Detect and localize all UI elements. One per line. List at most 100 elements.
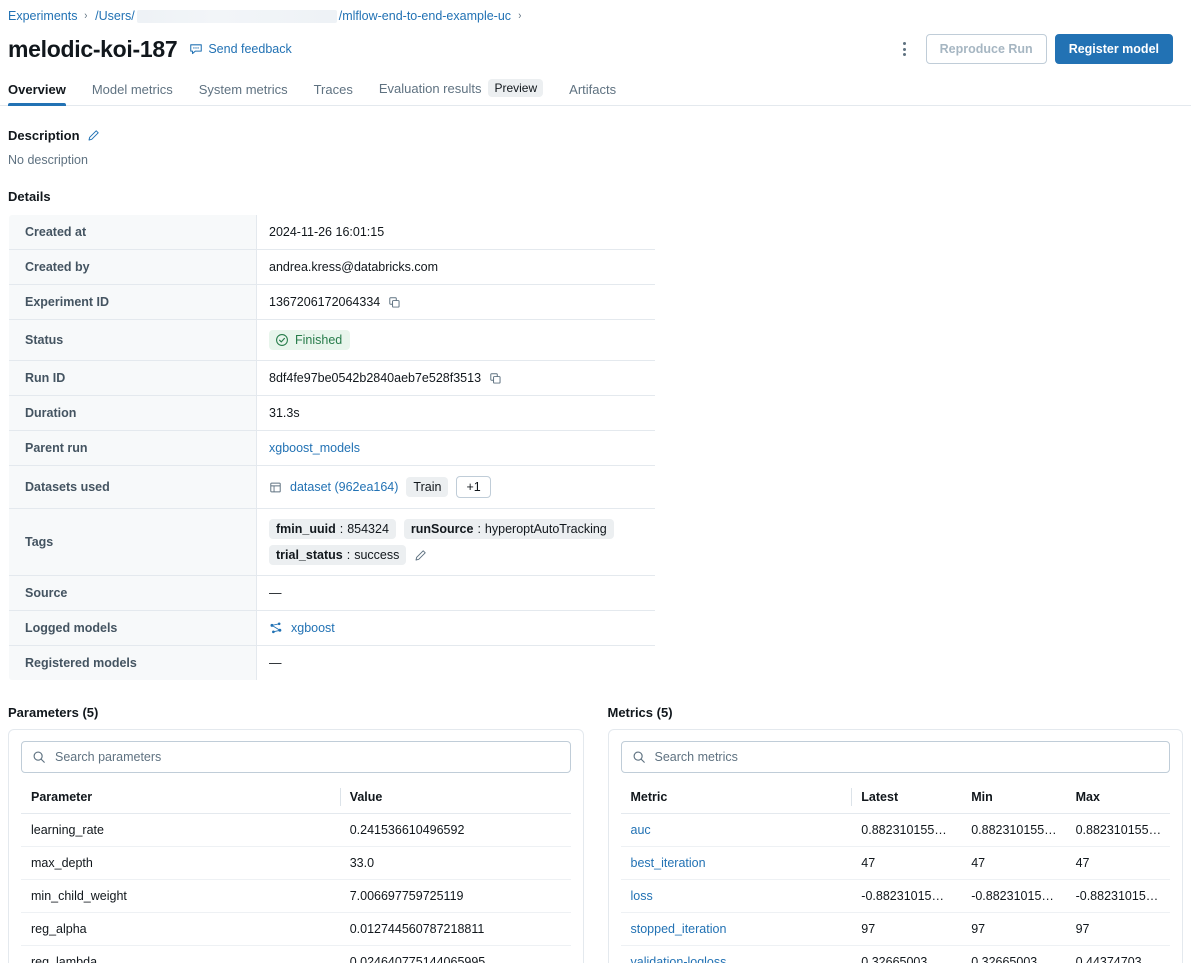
table-row: learning_rate 0.241536610496592 <box>21 814 571 847</box>
kebab-menu-icon[interactable] <box>892 36 918 62</box>
table-row: Datasets used dataset (962ea164) Train +… <box>9 466 656 509</box>
detail-value-registered-models: — <box>257 646 656 681</box>
logged-model-link[interactable]: xgboost <box>291 621 335 635</box>
parameter-name: max_depth <box>21 847 340 880</box>
metric-name-link[interactable]: loss <box>621 880 852 913</box>
parameters-title: Parameters (5) <box>8 705 584 720</box>
tag-badge: fmin_uuid: 854324 <box>269 519 396 539</box>
parameters-table: Parameter Value learning_rate 0.24153661… <box>21 781 571 963</box>
column-header-value[interactable]: Value <box>340 781 571 814</box>
tab-overview[interactable]: Overview <box>8 82 66 105</box>
status-badge: Finished <box>269 330 350 350</box>
parameter-value: 7.006697759725119 <box>340 880 571 913</box>
tab-model-metrics[interactable]: Model metrics <box>92 82 173 105</box>
parameters-header-row: Parameter Value <box>21 781 571 814</box>
detail-value-duration: 31.3s <box>257 396 656 431</box>
detail-key-run-id: Run ID <box>9 361 257 396</box>
detail-value-status: Finished <box>257 320 656 361</box>
tab-system-metrics-label: System metrics <box>199 82 288 97</box>
table-row: reg_alpha 0.012744560787218811 <box>21 913 571 946</box>
table-row: auc 0.882310155… 0.882310155… 0.88231015… <box>621 814 1171 847</box>
dataset-split-badge: Train <box>406 477 448 497</box>
metric-latest: 0.882310155… <box>851 814 961 847</box>
detail-key-duration: Duration <box>9 396 257 431</box>
reproduce-run-button[interactable]: Reproduce Run <box>926 34 1047 64</box>
description-heading: Description <box>8 128 1183 143</box>
pencil-icon[interactable] <box>87 129 100 142</box>
tag-value-text: success <box>354 548 399 562</box>
tags-list: fmin_uuid: 854324 runSource: hyperoptAut… <box>269 519 649 565</box>
table-row: Run ID 8df4fe97be0542b2840aeb7e528f3513 <box>9 361 656 396</box>
dataset-link[interactable]: dataset (962ea164) <box>290 480 398 494</box>
table-row: Status Finished <box>9 320 656 361</box>
detail-key-created-at: Created at <box>9 215 257 250</box>
metric-max: -0.88231015… <box>1066 880 1170 913</box>
metric-min: 97 <box>961 913 1065 946</box>
send-feedback-link[interactable]: Send feedback <box>189 42 291 56</box>
metrics-scrollbar[interactable] <box>1176 782 1180 963</box>
parameter-name: learning_rate <box>21 814 340 847</box>
tag-badge: trial_status: success <box>269 545 406 565</box>
copy-icon[interactable] <box>489 372 502 385</box>
experiment-id-text: 1367206172064334 <box>269 295 380 309</box>
tag-value-text: 854324 <box>347 522 389 536</box>
table-row: stopped_iteration 97 97 97 <box>621 913 1171 946</box>
detail-value-created-at: 2024-11-26 16:01:15 <box>257 215 656 250</box>
column-header-max[interactable]: Max <box>1066 781 1170 814</box>
tab-evaluation-results[interactable]: Evaluation results Preview <box>379 79 543 105</box>
metric-name-link[interactable]: stopped_iteration <box>621 913 852 946</box>
tab-traces[interactable]: Traces <box>314 82 353 105</box>
table-row: Duration 31.3s <box>9 396 656 431</box>
tab-model-metrics-label: Model metrics <box>92 82 173 97</box>
metrics-panel: Metrics (5) Search metrics Metric Latest <box>608 705 1184 963</box>
metric-latest: 97 <box>851 913 961 946</box>
column-header-latest[interactable]: Latest <box>851 781 961 814</box>
tab-system-metrics[interactable]: System metrics <box>199 82 288 105</box>
page-title: melodic-koi-187 <box>8 36 177 63</box>
search-icon <box>32 750 46 764</box>
detail-value-created-by: andrea.kress@databricks.com <box>257 250 656 285</box>
register-model-button[interactable]: Register model <box>1055 34 1173 64</box>
metric-name-link[interactable]: auc <box>621 814 852 847</box>
parameter-name: reg_lambda <box>21 946 340 963</box>
metric-name-link[interactable]: validation-logloss <box>621 946 852 963</box>
detail-key-parent-run: Parent run <box>9 431 257 466</box>
column-header-metric[interactable]: Metric <box>621 781 852 814</box>
tab-bar: Overview Model metrics System metrics Tr… <box>0 70 1191 106</box>
column-header-parameter[interactable]: Parameter <box>21 781 340 814</box>
breadcrumb-experiment-name[interactable]: /mlflow-end-to-end-example-uc <box>339 9 511 23</box>
parameter-name: min_child_weight <box>21 880 340 913</box>
bottom-panels: Parameters (5) Search parameters Paramet… <box>8 705 1183 963</box>
metrics-header-row: Metric Latest Min Max <box>621 781 1171 814</box>
status-label: Finished <box>295 333 342 347</box>
search-parameters-input[interactable]: Search parameters <box>21 741 571 773</box>
search-metrics-input[interactable]: Search metrics <box>621 741 1171 773</box>
column-header-min[interactable]: Min <box>961 781 1065 814</box>
metric-min: 47 <box>961 847 1065 880</box>
page-header: melodic-koi-187 Send feedback Reproduce … <box>0 24 1191 70</box>
parameter-value: 0.241536610496592 <box>340 814 571 847</box>
metric-latest: -0.88231015… <box>851 880 961 913</box>
table-row: Created by andrea.kress@databricks.com <box>9 250 656 285</box>
parent-run-link[interactable]: xgboost_models <box>269 441 360 455</box>
tag-value: : <box>340 522 343 536</box>
check-circle-icon <box>275 333 289 347</box>
tab-artifacts[interactable]: Artifacts <box>569 82 616 105</box>
tag-value-text: hyperoptAutoTracking <box>485 522 607 536</box>
parameter-value: 0.024640775144065995 <box>340 946 571 963</box>
breadcrumb-users[interactable]: /Users/ <box>95 9 135 23</box>
table-icon <box>269 481 282 494</box>
breadcrumb-separator: › <box>85 10 88 22</box>
metric-min: 0.32665003… <box>961 946 1065 963</box>
pencil-icon[interactable] <box>414 549 427 562</box>
dataset-more-button[interactable]: +1 <box>456 476 490 498</box>
table-row: Logged models xgboost <box>9 611 656 646</box>
metric-min: 0.882310155… <box>961 814 1065 847</box>
detail-key-status: Status <box>9 320 257 361</box>
table-row: Created at 2024-11-26 16:01:15 <box>9 215 656 250</box>
parameter-value: 33.0 <box>340 847 571 880</box>
copy-icon[interactable] <box>388 296 401 309</box>
breadcrumb-experiments[interactable]: Experiments <box>8 9 77 23</box>
metric-name-link[interactable]: best_iteration <box>621 847 852 880</box>
metrics-title: Metrics (5) <box>608 705 1184 720</box>
